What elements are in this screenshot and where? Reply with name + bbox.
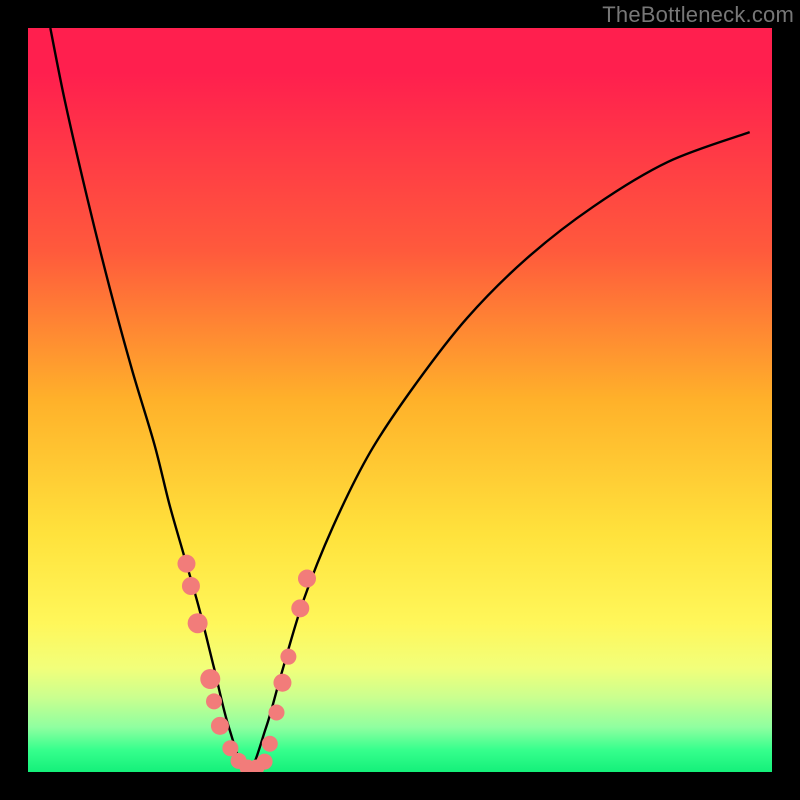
data-marker (257, 754, 273, 770)
data-marker (262, 736, 278, 752)
data-marker (188, 613, 208, 633)
data-marker (248, 760, 264, 772)
data-marker (177, 555, 195, 573)
data-marker (280, 649, 296, 665)
data-marker (182, 577, 200, 595)
data-markers (177, 555, 316, 772)
data-marker (291, 599, 309, 617)
data-marker (222, 740, 238, 756)
data-marker (231, 753, 247, 769)
data-marker (206, 693, 222, 709)
bottleneck-curve (50, 28, 749, 772)
data-marker (239, 760, 255, 772)
data-marker (273, 674, 291, 692)
data-marker (200, 669, 220, 689)
data-marker (298, 570, 316, 588)
curve-layer (28, 28, 772, 772)
plot-area (28, 28, 772, 772)
chart-frame: TheBottleneck.com (0, 0, 800, 800)
data-marker (211, 717, 229, 735)
watermark-text: TheBottleneck.com (602, 2, 794, 28)
data-marker (269, 704, 285, 720)
